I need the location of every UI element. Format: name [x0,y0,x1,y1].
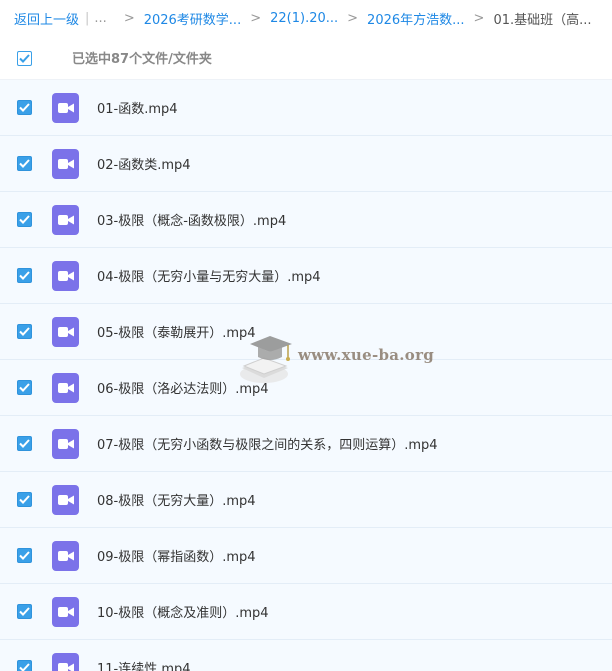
file-checkbox[interactable] [17,660,32,671]
file-row[interactable]: 03-极限（概念-函数极限）.mp4 [0,192,612,248]
video-file-icon [52,149,79,179]
camera-icon [57,607,74,617]
file-checkbox[interactable] [17,380,32,395]
checkmark-icon [19,327,30,336]
breadcrumb-item[interactable]: 22(1).20... [270,11,338,26]
checkmark-icon [19,159,30,168]
back-link[interactable]: 返回上一级 [14,9,79,28]
file-name[interactable]: 10-极限（概念及准则）.mp4 [97,602,269,621]
checkmark-icon [19,663,30,671]
video-file-icon [52,373,79,403]
file-checkbox[interactable] [17,212,32,227]
file-name[interactable]: 04-极限（无穷小量与无穷大量）.mp4 [97,266,321,285]
breadcrumb-divider: | [85,10,90,26]
camera-icon [57,103,74,113]
checkmark-icon [19,271,30,280]
file-checkbox[interactable] [17,100,32,115]
camera-icon [57,495,74,505]
checkmark-icon [19,383,30,392]
file-browser: 返回上一级 | ... > 2026考研数学... > 22(1).20... … [0,0,612,671]
camera-icon [57,271,74,281]
camera-icon [57,215,74,225]
checkmark-icon [19,607,30,616]
select-all-checkbox[interactable] [17,51,32,66]
selection-bar: 已选中87个文件/文件夹 [0,36,612,80]
video-file-icon [52,93,79,123]
breadcrumb-item[interactable]: 2026年方浩数... [367,9,464,28]
file-checkbox[interactable] [17,548,32,563]
selection-summary: 已选中87个文件/文件夹 [72,52,212,67]
file-checkbox[interactable] [17,436,32,451]
checkmark-icon [19,495,30,504]
checkmark-icon [19,54,30,63]
camera-icon [57,663,74,671]
camera-icon [57,383,74,393]
file-name[interactable]: 03-极限（概念-函数极限）.mp4 [97,210,286,229]
breadcrumb-current: 01.基础班（高... [493,12,592,28]
file-name[interactable]: 08-极限（无穷大量）.mp4 [97,490,256,509]
video-file-icon [52,261,79,291]
chevron-right-icon: > [473,10,485,26]
file-checkbox[interactable] [17,268,32,283]
video-file-icon [52,541,79,571]
file-checkbox[interactable] [17,604,32,619]
file-row[interactable]: 05-极限（泰勒展开）.mp4 [0,304,612,360]
file-checkbox[interactable] [17,156,32,171]
chevron-right-icon: > [347,10,359,26]
file-name[interactable]: 09-极限（幂指函数）.mp4 [97,546,256,565]
file-name[interactable]: 02-函数类.mp4 [97,154,191,173]
file-checkbox[interactable] [17,324,32,339]
file-row[interactable]: 10-极限（概念及准则）.mp4 [0,584,612,640]
checkmark-icon [19,439,30,448]
camera-icon [57,159,74,169]
file-name[interactable]: 11-连续性.mp4 [97,658,191,671]
file-checkbox[interactable] [17,492,32,507]
chevron-right-icon: > [123,10,135,26]
checkmark-icon [19,103,30,112]
file-row[interactable]: 06-极限（洛必达法则）.mp4 [0,360,612,416]
file-name[interactable]: 01-函数.mp4 [97,98,178,117]
breadcrumb: 返回上一级 | ... > 2026考研数学... > 22(1).20... … [0,0,612,36]
file-name[interactable]: 05-极限（泰勒展开）.mp4 [97,322,256,341]
video-file-icon [52,317,79,347]
chevron-right-icon: > [250,10,262,26]
file-row[interactable]: 01-函数.mp4 [0,80,612,136]
file-name[interactable]: 07-极限（无穷小函数与极限之间的关系，四则运算）.mp4 [97,434,438,453]
checkmark-icon [19,551,30,560]
checkmark-icon [19,215,30,224]
breadcrumb-ellipsis[interactable]: ... [94,11,106,26]
file-name[interactable]: 06-极限（洛必达法则）.mp4 [97,378,269,397]
file-list: 01-函数.mp4 02-函数类.mp4 03-极限（概念-函数极限）.mp4 04-… [0,80,612,671]
video-file-icon [52,485,79,515]
camera-icon [57,327,74,337]
file-row[interactable]: 04-极限（无穷小量与无穷大量）.mp4 [0,248,612,304]
file-row[interactable]: 09-极限（幂指函数）.mp4 [0,528,612,584]
camera-icon [57,439,74,449]
video-file-icon [52,205,79,235]
video-file-icon [52,597,79,627]
camera-icon [57,551,74,561]
video-file-icon [52,429,79,459]
file-row[interactable]: 11-连续性.mp4 [0,640,612,671]
file-row[interactable]: 08-极限（无穷大量）.mp4 [0,472,612,528]
video-file-icon [52,653,79,671]
file-row[interactable]: 07-极限（无穷小函数与极限之间的关系，四则运算）.mp4 [0,416,612,472]
file-row[interactable]: 02-函数类.mp4 [0,136,612,192]
breadcrumb-item[interactable]: 2026考研数学... [144,9,241,28]
